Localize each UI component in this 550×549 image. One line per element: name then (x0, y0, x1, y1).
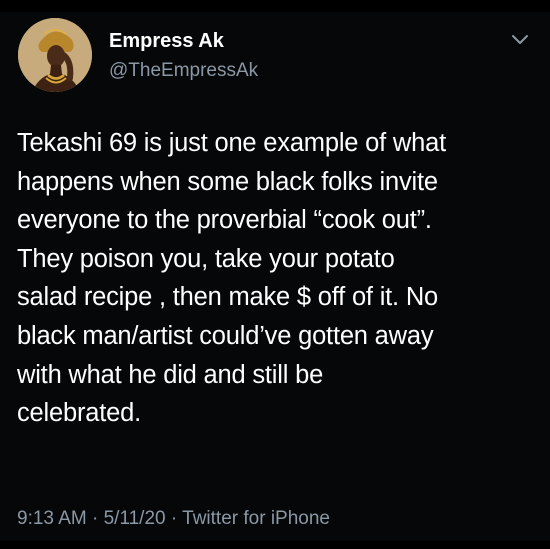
tweet-meta: 9:13 AM · 5/11/20 · Twitter for iPhone (17, 508, 330, 530)
tweet-text-line: They poison you, take your potato (17, 244, 395, 273)
chevron-down-icon[interactable] (510, 33, 530, 47)
tweet-text: Tekashi 69 is just one example of what h… (17, 124, 537, 433)
author-display-name[interactable]: Empress Ak (109, 30, 224, 53)
tweet-text-line: black man/artist could’ve gotten away (17, 321, 434, 350)
tweet-text-line: everyone to the proverbial “cook out”. (17, 206, 432, 235)
tweet-time[interactable]: 9:13 AM (17, 508, 87, 529)
tweet-text-line: with what he did and still be (17, 360, 324, 389)
tweet-text-line: Tekashi 69 is just one example of what (17, 129, 446, 157)
tweet-date[interactable]: 5/11/20 (104, 508, 166, 529)
tweet-text-line: happens when some black folks invite (17, 167, 438, 196)
top-border (0, 0, 550, 12)
tweet-card: Empress Ak @TheEmpressAk Tekashi 69 is j… (0, 0, 550, 549)
meta-separator: · (170, 508, 178, 529)
author-handle[interactable]: @TheEmpressAk (109, 60, 258, 82)
avatar[interactable] (18, 18, 92, 92)
bottom-border (0, 541, 550, 549)
tweet-source-link[interactable]: Twitter for iPhone (182, 508, 330, 529)
tweet-text-line: celebrated. (17, 399, 141, 428)
tweet-text-line: salad recipe , then make $ off of it. No (17, 283, 439, 312)
meta-separator: · (92, 508, 99, 529)
